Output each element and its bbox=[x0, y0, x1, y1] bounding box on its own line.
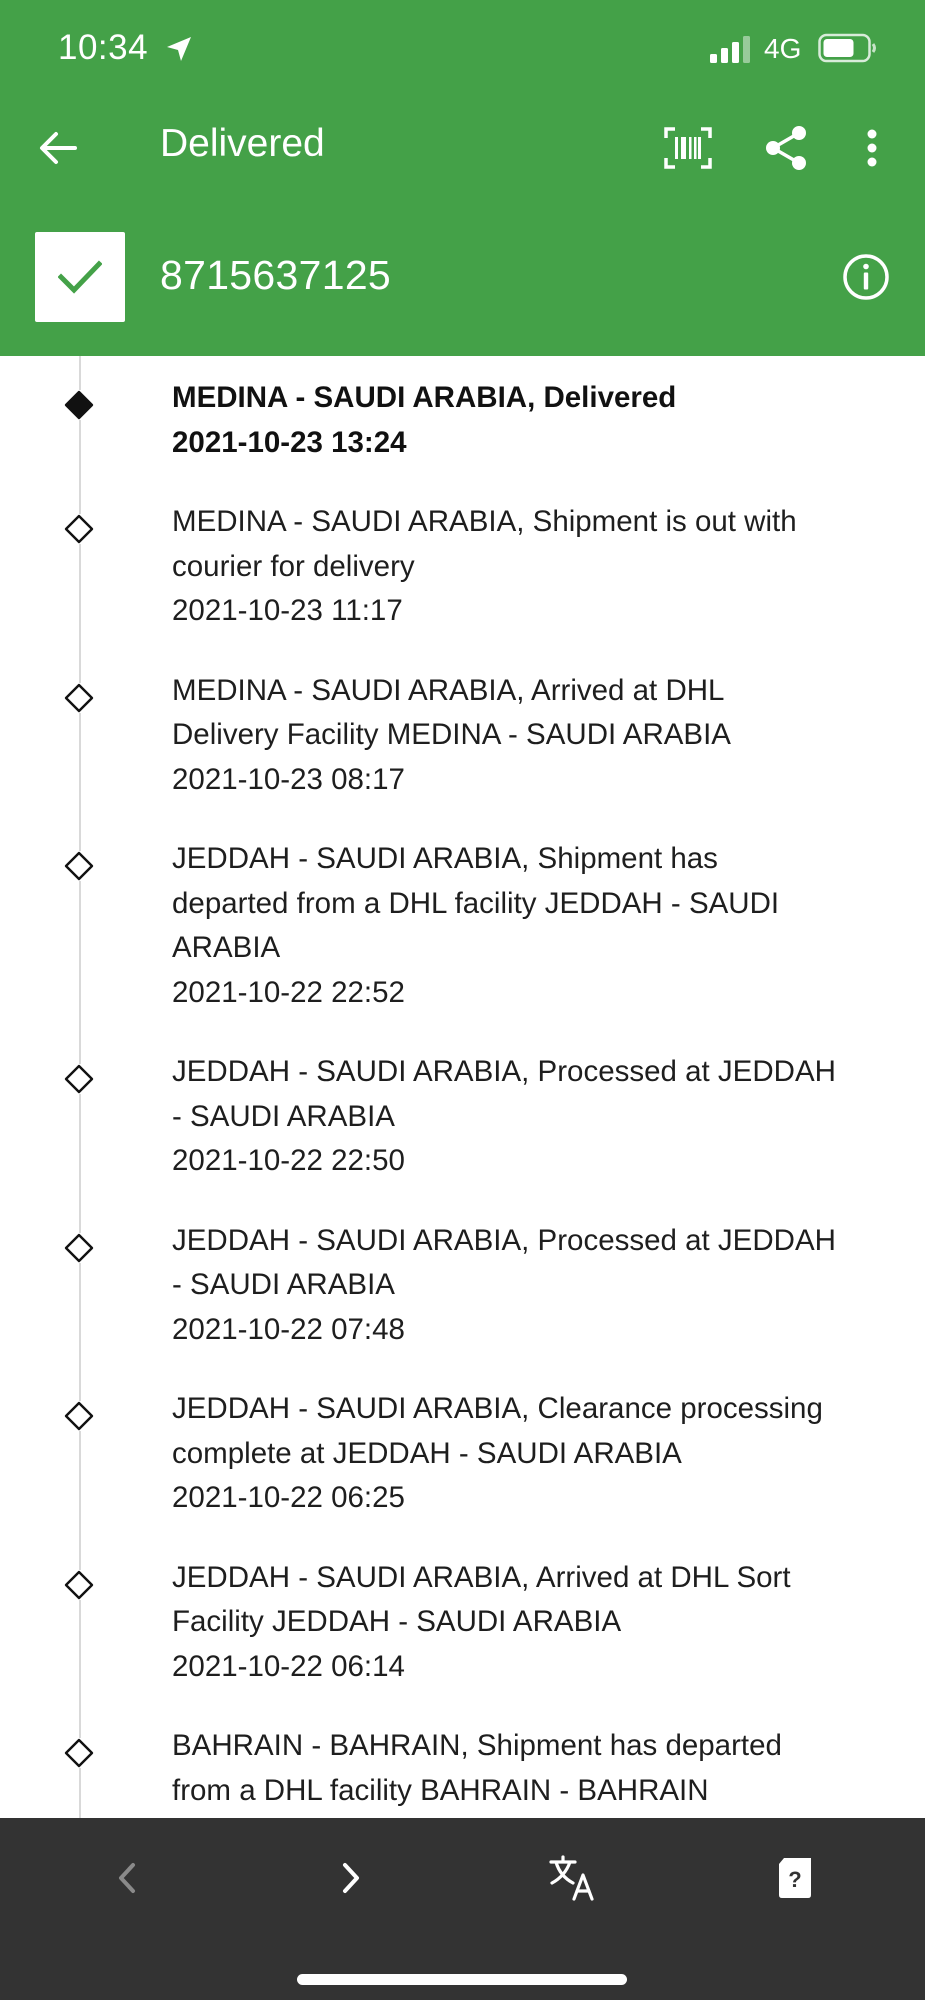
status-bar: 10:34 4G bbox=[0, 0, 925, 100]
more-vertical-icon bbox=[867, 129, 877, 167]
translate-icon bbox=[549, 1855, 594, 1901]
event-timestamp: 2021-10-22 06:14 bbox=[172, 1649, 405, 1683]
event-description-line: Facility JEDDAH - SAUDI ARABIA bbox=[172, 1605, 622, 1638]
barcode-button[interactable] bbox=[660, 120, 716, 176]
event-description-line: JEDDAH - SAUDI ARABIA, Clearance process… bbox=[172, 1392, 823, 1425]
event-description-line: departed from a DHL facility JEDDAH - SA… bbox=[172, 886, 780, 920]
event-text: JEDDAH - SAUDI ARABIA, Shipment has depar… bbox=[172, 837, 892, 1015]
share-icon bbox=[766, 126, 806, 170]
event-description-line: Delivery Facility MEDINA - SAUDI ARABIA bbox=[172, 718, 731, 751]
event-description-line: JEDDAH - SAUDI ARABIA, Processed at JEDD… bbox=[172, 1223, 836, 1257]
status-time: 10:34 bbox=[58, 28, 149, 67]
event-timestamp: 2021-10-22 06:25 bbox=[172, 1481, 405, 1514]
battery-icon bbox=[818, 33, 876, 63]
toolbar: Delivered bbox=[0, 100, 925, 200]
next-button[interactable] bbox=[320, 1848, 380, 1908]
event-description-line: - SAUDI ARABIA bbox=[172, 1268, 395, 1301]
diamond-filled-icon bbox=[64, 390, 94, 420]
event-timestamp: 2021-10-23 13:24 bbox=[172, 425, 407, 459]
home-indicator bbox=[297, 1974, 627, 1985]
translate-button[interactable] bbox=[543, 1848, 603, 1908]
signal-icon bbox=[710, 36, 750, 63]
svg-text:?: ? bbox=[788, 1867, 801, 1892]
event-timestamp: 2021-10-22 07:48 bbox=[172, 1312, 405, 1346]
tracking-timeline: MEDINA - SAUDI ARABIA, Delivered 2021-10-… bbox=[0, 356, 925, 1818]
status-indicator bbox=[35, 232, 125, 322]
event-description-line: MEDINA - SAUDI ARABIA, Shipment is out w… bbox=[172, 505, 797, 538]
diamond-outline-icon bbox=[64, 851, 94, 881]
chevron-right-icon bbox=[343, 1863, 359, 1893]
event-text: JEDDAH - SAUDI ARABIA, Arrived at DHL So… bbox=[172, 1556, 892, 1690]
event-timestamp: 2021-10-23 08:17 bbox=[172, 762, 405, 796]
event-text: JEDDAH - SAUDI ARABIA, Processed at JEDD… bbox=[172, 1219, 892, 1353]
location-arrow-icon bbox=[167, 37, 191, 61]
help-button[interactable]: ? bbox=[765, 1848, 825, 1908]
tracking-row: 8715637125 bbox=[0, 230, 925, 324]
help-card-icon: ? bbox=[779, 1858, 811, 1898]
event-timestamp: 2021-10-22 22:52 bbox=[172, 975, 405, 1009]
chevron-left-icon bbox=[119, 1863, 135, 1893]
diamond-outline-icon bbox=[64, 1738, 94, 1768]
diamond-outline-icon bbox=[64, 1401, 94, 1431]
diamond-outline-icon bbox=[64, 682, 94, 713]
event-timestamp: 2021-10-22 22:50 bbox=[172, 1144, 405, 1177]
event-text: JEDDAH - SAUDI ARABIA, Processed at JEDD… bbox=[172, 1050, 892, 1184]
prev-button[interactable] bbox=[98, 1848, 158, 1908]
barcode-icon bbox=[664, 127, 712, 169]
event-description-line: ARABIA bbox=[172, 931, 281, 964]
share-button[interactable] bbox=[758, 118, 814, 178]
more-options-button[interactable] bbox=[852, 120, 892, 176]
event-description-line: from a DHL facility BAHRAIN - BAHRAIN bbox=[172, 1773, 709, 1807]
event-text: MEDINA - SAUDI ARABIA, Delivered 2021-10-… bbox=[172, 376, 892, 465]
event-description-line: - SAUDI ARABIA bbox=[172, 1099, 395, 1133]
event-timestamp: 2021-10-23 11:17 bbox=[172, 594, 403, 627]
tracking-number[interactable]: 8715637125 bbox=[160, 252, 391, 299]
header: 10:34 4G Delivered 8715637125 bbox=[0, 0, 925, 356]
event-text: JEDDAH - SAUDI ARABIA, Clearance process… bbox=[172, 1387, 892, 1521]
event-description-line: JEDDAH - SAUDI ARABIA, Arrived at DHL So… bbox=[172, 1560, 791, 1594]
event-description-line: JEDDAH - SAUDI ARABIA, Processed at JEDD… bbox=[172, 1055, 836, 1088]
event-text: MEDINA - SAUDI ARABIA, Arrived at DHL Del… bbox=[172, 669, 892, 803]
event-description-line: MEDINA - SAUDI ARABIA, Delivered bbox=[172, 381, 677, 414]
info-icon[interactable] bbox=[842, 253, 890, 301]
diamond-outline-icon bbox=[64, 1064, 94, 1094]
back-button[interactable] bbox=[30, 120, 86, 176]
diamond-outline-icon bbox=[64, 1232, 94, 1263]
event-description-line: BAHRAIN - BAHRAIN, Shipment has departed bbox=[172, 1729, 782, 1762]
network-label: 4G bbox=[764, 33, 802, 64]
event-description-line: courier for delivery bbox=[172, 549, 415, 583]
event-text: BAHRAIN - BAHRAIN, Shipment has departed… bbox=[172, 1724, 892, 1818]
event-description-line: MEDINA - SAUDI ARABIA, Arrived at DHL bbox=[172, 673, 725, 707]
bottom-toolbar: ? bbox=[0, 1818, 925, 2000]
event-description-line: complete at JEDDAH - SAUDI ARABIA bbox=[172, 1436, 682, 1470]
arrow-left-icon bbox=[40, 132, 77, 164]
page-title: Delivered bbox=[160, 122, 325, 165]
diamond-outline-icon bbox=[64, 514, 94, 544]
event-text: MEDINA - SAUDI ARABIA, Shipment is out w… bbox=[172, 500, 892, 634]
diamond-outline-icon bbox=[64, 1569, 94, 1600]
check-icon bbox=[58, 260, 102, 294]
event-description-line: JEDDAH - SAUDI ARABIA, Shipment has bbox=[172, 842, 718, 875]
